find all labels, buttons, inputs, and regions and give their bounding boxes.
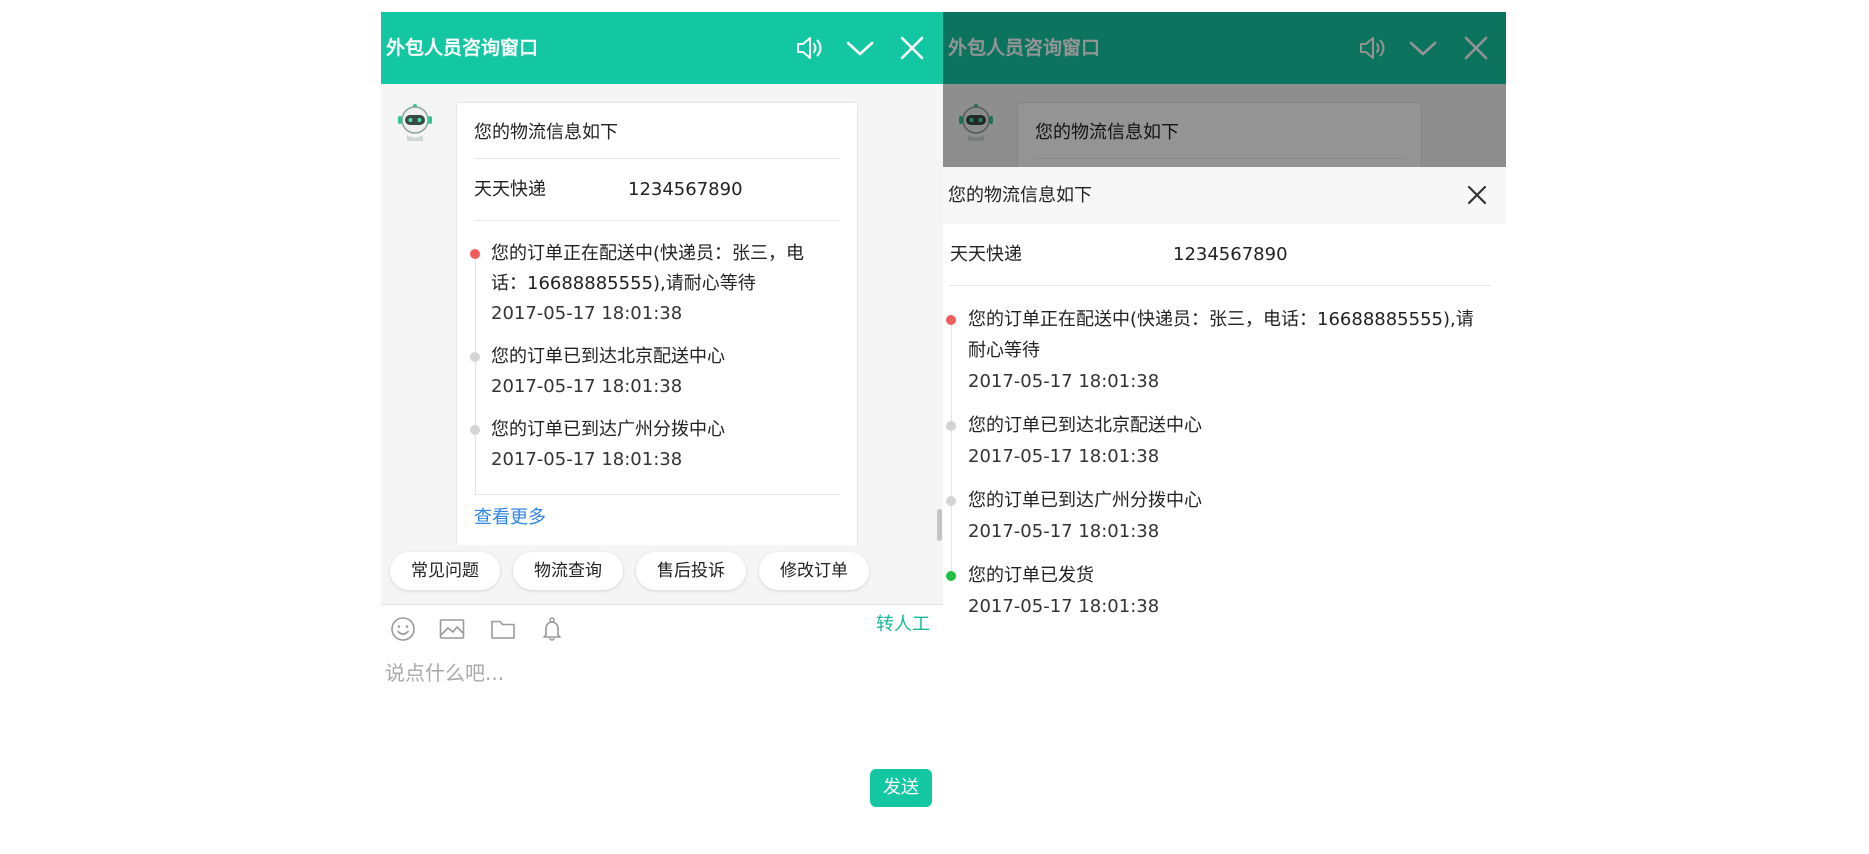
tracking-number: 1234567890: [628, 179, 743, 200]
bell-icon[interactable]: [538, 615, 566, 643]
close-icon[interactable]: [899, 35, 925, 61]
transfer-to-agent-button[interactable]: 转人工: [876, 613, 930, 637]
status-dot: [470, 352, 480, 362]
close-icon[interactable]: [1466, 184, 1488, 206]
timeline-item: 您的订单已到达广州分拨中心 2017-05-17 18:01:38: [470, 415, 840, 494]
carrier-row: 天天快递 1234567890: [474, 159, 840, 221]
tracking-timeline: 您的订单正在配送中(快递员：张三，电话：16688885555),请耐心等待 2…: [470, 221, 840, 495]
send-button[interactable]: 发送: [870, 769, 932, 807]
detail-header: 您的物流信息如下: [943, 167, 1506, 224]
status-dot: [470, 249, 480, 259]
carrier-name: 天天快递: [474, 179, 546, 200]
timeline-item: 您的订单正在配送中(快递员：张三，电话：16688885555),请耐心等待 2…: [946, 304, 1491, 426]
logistics-card: 您的物流信息如下 天天快递 1234567890 您的订单正在配送中(快递员：张…: [456, 102, 858, 545]
timeline-item: 您的订单已到达广州分拨中心 2017-05-17 18:01:38: [946, 485, 1491, 576]
quick-reply-complaint[interactable]: 售后投诉: [636, 552, 746, 590]
event-text: 您的订单已到达北京配送中心: [968, 415, 1202, 436]
event-time: 2017-05-17 18:01:38: [968, 446, 1160, 467]
modal-overlay[interactable]: [943, 12, 1506, 167]
event-text: 您的订单已到达北京配送中心: [491, 346, 725, 367]
event-time: 2017-05-17 18:01:38: [491, 376, 683, 397]
detail-title: 您的物流信息如下: [948, 185, 1092, 206]
chat-window: 外包人员咨询窗口 您的物流信息如下 天天快递 1234567890 您的订单正在…: [381, 12, 943, 820]
message-input[interactable]: [385, 660, 935, 750]
detail-body: 天天快递 1234567890 您的订单正在配送中(快递员：张三，电话：1668…: [946, 224, 1491, 641]
chat-window-detail-view: 外包人员咨询窗口 您的物流信息如下 您的物流信息如下 天天快递 12345678…: [943, 12, 1506, 820]
logistics-detail-sheet: 您的物流信息如下 天天快递 1234567890 您的订单正在配送中(快递员：张…: [943, 167, 1506, 820]
folder-icon[interactable]: [489, 615, 517, 643]
quick-reply-logistics[interactable]: 物流查询: [513, 552, 623, 590]
status-dot: [946, 420, 956, 431]
window-title: 外包人员咨询窗口: [386, 37, 539, 59]
event-text: 您的订单正在配送中(快递员：张三，电话：16688885555),请耐心等待: [968, 309, 1474, 361]
card-title: 您的物流信息如下: [474, 103, 840, 159]
carrier-name: 天天快递: [950, 244, 1022, 265]
event-time: 2017-05-17 18:01:38: [968, 596, 1160, 617]
status-dot: [946, 314, 956, 325]
status-dot: [470, 425, 480, 435]
event-time: 2017-05-17 18:01:38: [491, 303, 683, 324]
event-time: 2017-05-17 18:01:38: [491, 449, 683, 470]
event-text: 您的订单已到达广州分拨中心: [491, 419, 725, 440]
chevron-down-icon[interactable]: [845, 34, 875, 62]
timeline-item: 您的订单正在配送中(快递员：张三，电话：16688885555),请耐心等待 2…: [470, 239, 840, 357]
status-dot: [946, 570, 956, 581]
event-text: 您的订单已发货: [968, 565, 1094, 586]
timeline-item: 您的订单已到达北京配送中心 2017-05-17 18:01:38: [470, 342, 840, 430]
event-text: 您的订单已到达广州分拨中心: [968, 490, 1202, 511]
event-time: 2017-05-17 18:01:38: [968, 371, 1160, 392]
status-dot: [946, 495, 956, 506]
message-list[interactable]: 您的物流信息如下 天天快递 1234567890 您的订单正在配送中(快递员：张…: [381, 84, 943, 545]
view-more-link[interactable]: 查看更多: [474, 495, 840, 532]
timeline-connector: [474, 430, 476, 494]
emoji-icon[interactable]: [389, 615, 417, 643]
carrier-row: 天天快递 1234567890: [949, 224, 1491, 286]
scrollbar-thumb[interactable]: [937, 509, 942, 541]
timeline-item: 您的订单已到达北京配送中心 2017-05-17 18:01:38: [946, 410, 1491, 501]
timeline-item: 您的订单已发货 2017-05-17 18:01:38: [946, 560, 1491, 622]
quick-replies: 常见问题 物流查询 售后投诉 修改订单: [381, 545, 943, 605]
image-icon[interactable]: [438, 615, 466, 643]
event-text: 您的订单正在配送中(快递员：张三，电话：16688885555),请耐心等待: [491, 243, 805, 294]
quick-reply-modify-order[interactable]: 修改订单: [759, 552, 869, 590]
chat-header: 外包人员咨询窗口: [381, 12, 943, 84]
tracking-number: 1234567890: [1173, 244, 1288, 265]
speaker-icon[interactable]: [794, 34, 826, 62]
event-time: 2017-05-17 18:01:38: [968, 521, 1160, 542]
tracking-timeline: 您的订单正在配送中(快递员：张三，电话：16688885555),请耐心等待 2…: [946, 286, 1491, 641]
robot-avatar: [398, 104, 432, 141]
quick-reply-faq[interactable]: 常见问题: [390, 552, 500, 590]
